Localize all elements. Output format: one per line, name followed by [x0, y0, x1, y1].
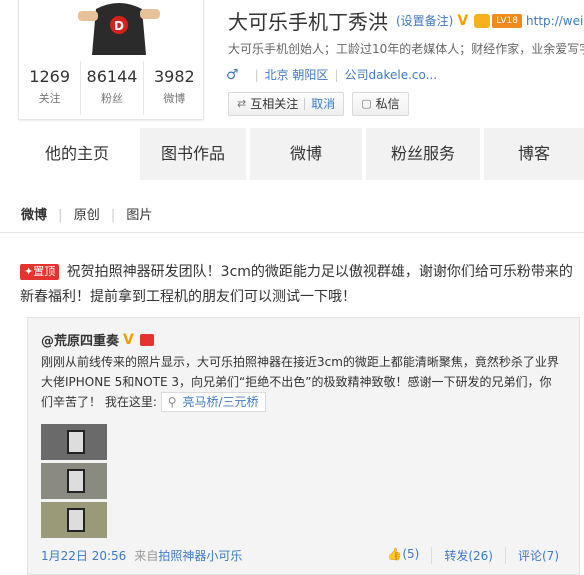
edit-badge-icon[interactable]: [140, 333, 155, 346]
pinned-label: 置顶: [33, 265, 56, 278]
feed-divider: [0, 232, 584, 233]
avatar[interactable]: D: [74, 1, 164, 55]
profile-header: D 1269 关注 86144 粉丝 3982 微博 大可乐手机丁秀洪 (设置备…: [0, 0, 584, 128]
location-tag[interactable]: ⚲ 亮马桥/三元桥: [160, 392, 266, 412]
repost-actions: 👍(5) 转发(26) 评论(7): [375, 547, 571, 564]
member-crown-icon[interactable]: [474, 13, 491, 28]
tab-fan-service[interactable]: 粉丝服务: [366, 128, 484, 180]
repost-author-link[interactable]: @荒原四重奏: [41, 330, 119, 349]
post-text: 祝贺拍照神器研发团队！3cm的微距能力足以傲视群雄，谢谢你们给可乐粉带来的新春福…: [20, 264, 573, 305]
source-prefix: 来自: [134, 549, 159, 563]
name-row: 大可乐手机丁秀洪 (设置备注) V LV18 http://weibo.: [228, 6, 584, 35]
repost-button[interactable]: 转发(26): [431, 547, 505, 564]
repost-text: 刚刚从前线传来的照片显示，大可乐拍照神器在接近3cm的微距上都能清晰聚焦，竟然秒…: [41, 352, 561, 412]
profile-bio: 大可乐手机创始人；工龄过10年的老媒体人；财经作家，业余爱写字: [228, 42, 584, 56]
filter-divider: |: [110, 208, 116, 223]
tab-weibo[interactable]: 微博: [250, 128, 366, 180]
mutual-follow-button[interactable]: ⇄ 互相关注 取消: [228, 92, 345, 116]
tab-blog[interactable]: 博客: [484, 128, 584, 180]
meta-divider: |: [254, 67, 259, 82]
repost-images: [41, 424, 107, 541]
photo-thumbnail[interactable]: [41, 463, 107, 499]
profile-stats: 1269 关注 86144 粉丝 3982 微博: [19, 61, 205, 115]
stat-value: 86144: [86, 67, 138, 86]
verified-v-icon[interactable]: V: [123, 333, 138, 347]
repost-body: 刚刚从前线传来的照片显示，大可乐拍照神器在接近3cm的微距上都能清晰聚焦，竟然秒…: [41, 355, 559, 409]
filter-divider: |: [58, 208, 63, 223]
profile-url-link[interactable]: http://weibo.: [526, 14, 584, 28]
thumbs-up-icon: 👍: [387, 547, 403, 561]
like-button[interactable]: 👍(5): [375, 547, 431, 564]
company-link[interactable]: 公司dakele.co...: [344, 66, 437, 83]
photo-thumbnail[interactable]: [41, 424, 107, 460]
tab-home[interactable]: 他的主页: [0, 128, 140, 180]
profile-name: 大可乐手机丁秀洪: [228, 10, 388, 34]
filter-images[interactable]: 图片: [126, 208, 152, 223]
male-gender-icon: ♂: [226, 66, 239, 83]
stat-value: 1269: [29, 67, 71, 86]
comment-button[interactable]: 评论(7): [505, 547, 571, 564]
stat-value: 3982: [153, 67, 195, 86]
unfollow-link[interactable]: 取消: [304, 98, 335, 110]
stat-following[interactable]: 1269 关注: [19, 61, 82, 115]
pinned-post: ✦置顶 祝贺拍照神器研发团队！3cm的微距能力足以傲视群雄，谢谢你们给可乐粉带来…: [20, 260, 582, 310]
stat-followers[interactable]: 86144 粉丝: [81, 61, 144, 115]
mutual-arrows-icon: ⇄: [237, 97, 247, 110]
like-count: (5): [402, 547, 420, 561]
pinned-badge: ✦置顶: [20, 264, 60, 280]
svg-text:D: D: [114, 19, 124, 33]
location-link[interactable]: 北京 朝阳区: [265, 66, 329, 83]
profile-tabs: 他的主页 图书作品 微博 粉丝服务 博客: [0, 128, 584, 180]
location-tag-label: 亮马桥/三元桥: [182, 395, 259, 409]
post-date-link[interactable]: 1月22日 20:56: [41, 547, 126, 564]
stat-posts[interactable]: 3982 微博: [144, 61, 205, 115]
envelope-icon: ▢: [361, 97, 372, 110]
photo-thumbnail[interactable]: [41, 502, 107, 538]
profile-actions: ⇄ 互相关注 取消 ▢ 私信: [228, 92, 409, 116]
repost-author: @荒原四重奏 V: [41, 330, 155, 349]
private-message-label: 私信: [375, 97, 400, 111]
filter-original[interactable]: 原创: [74, 208, 100, 223]
stat-label: 粉丝: [100, 92, 123, 105]
stat-label: 关注: [38, 92, 61, 105]
meta-divider: |: [334, 67, 339, 82]
avatar-card: D 1269 关注 86144 粉丝 3982 微博: [18, 0, 204, 120]
private-message-button[interactable]: ▢ 私信: [352, 92, 409, 116]
pin-icon: ✦: [24, 265, 34, 278]
profile-meta: ♂ | 北京 朝阳区 | 公司dakele.co...: [226, 66, 437, 83]
set-remark-link[interactable]: (设置备注): [396, 12, 453, 29]
source-app-link[interactable]: 拍照神器小可乐: [158, 547, 242, 564]
feed-filter-nav: 微博 | 原创 | 图片: [21, 204, 152, 223]
filter-weibo[interactable]: 微博: [21, 208, 47, 223]
repost-footer: 1月22日 20:56 来自 拍照神器小可乐 👍(5) 转发(26) 评论(7): [41, 547, 571, 564]
main-feed: 微博 | 原创 | 图片 ✦置顶 祝贺拍照神器研发团队！3cm的微距能力足以傲视…: [0, 180, 584, 575]
map-pin-icon: ⚲: [167, 395, 177, 409]
level-badge[interactable]: LV18: [492, 13, 523, 28]
mutual-follow-label: 互相关注: [250, 97, 299, 111]
verified-v-icon[interactable]: V: [457, 14, 472, 28]
tab-books[interactable]: 图书作品: [140, 128, 250, 180]
stat-label: 微博: [163, 92, 186, 105]
reposted-weibo: @荒原四重奏 V 刚刚从前线传来的照片显示，大可乐拍照神器在接近3cm的微距上都…: [27, 317, 580, 575]
